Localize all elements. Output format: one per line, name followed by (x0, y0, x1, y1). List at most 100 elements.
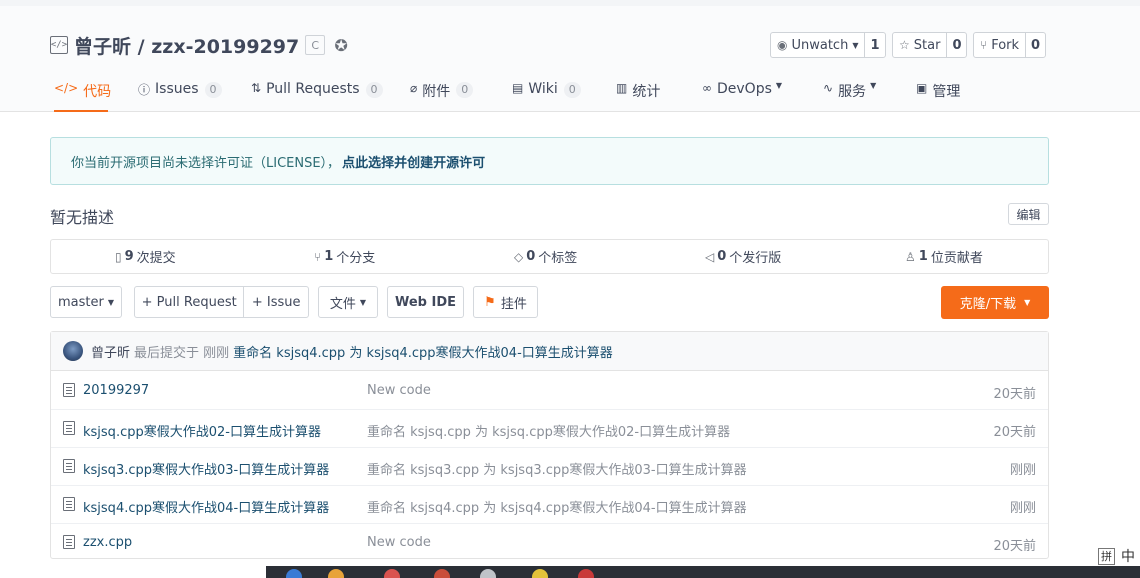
fork-button[interactable]: ⑂ Fork (974, 33, 1027, 57)
code-icon: </> (54, 81, 79, 95)
file-icon (63, 421, 75, 435)
fork-count[interactable]: 0 (1026, 33, 1045, 57)
file-commit-message[interactable]: 重命名 ksjsq3.cpp 为 ksjsq3.cpp寒假大作战03-口算生成计… (367, 459, 747, 478)
tab-code[interactable]: </> 代码 (54, 72, 111, 112)
file-icon (63, 535, 75, 549)
license-notice-text: 你当前开源项目尚未选择许可证（LICENSE）， (71, 155, 341, 171)
settings-doc-icon: ▣ (916, 81, 928, 95)
create-group: + Pull Request + Issue (134, 286, 309, 318)
wiki-icon: ▤ (512, 81, 524, 95)
commit-author[interactable]: 曾子昕 (91, 342, 130, 361)
wiki-count: 0 (563, 82, 581, 98)
stat-commits[interactable]: ▯ 9 次提交 (115, 240, 176, 273)
repo-description: 暂无描述 (50, 208, 115, 227)
caret-down-icon: ▼ (359, 297, 367, 307)
pendant-button[interactable]: ⚑ 挂件 (473, 286, 538, 318)
tab-wiki[interactable]: ▤ Wiki 0 (512, 72, 581, 112)
watch-button-group: ◉ Unwatch ▼ 1 (770, 32, 886, 58)
repo-icon: </> (50, 36, 68, 54)
taskbar-app-icon[interactable] (578, 569, 594, 578)
taskbar-app-icon[interactable] (286, 569, 302, 578)
eye-icon: ◉ (777, 38, 788, 52)
file-name-link[interactable]: ksjsq.cpp寒假大作战02-口算生成计算器 (83, 421, 321, 440)
caret-down-icon: ▼ (775, 81, 783, 90)
taskbar-app-icon[interactable] (328, 569, 344, 578)
clone-download-button[interactable]: 克隆/下载 ▼ (941, 286, 1049, 319)
file-name-link[interactable]: ksjsq3.cpp寒假大作战03-口算生成计算器 (83, 459, 329, 478)
caret-down-icon: ▼ (107, 297, 114, 307)
file-commit-message[interactable]: 重命名 ksjsq4.cpp 为 ksjsq4.cpp寒假大作战04-口算生成计… (367, 497, 747, 516)
license-notice: 你当前开源项目尚未选择许可证（LICENSE）， 点此选择并创建开源许可 (50, 137, 1049, 185)
issues-count: 0 (204, 82, 222, 98)
file-name-link[interactable]: ksjsq4.cpp寒假大作战04-口算生成计算器 (83, 497, 329, 516)
file-name-link[interactable]: 20199297 (83, 383, 149, 398)
file-commit-time: 刚刚 (1009, 501, 1036, 516)
table-row: ksjsq3.cpp寒假大作战03-口算生成计算器 重命名 ksjsq3.cpp… (51, 448, 1048, 486)
pull-request-icon: ⇅ (251, 81, 262, 95)
file-list: 曾子昕 最后提交于 刚刚 重命名 ksjsq4.cpp 为 ksjsq4.cpp… (50, 331, 1049, 559)
send-icon: ◁ (705, 249, 715, 264)
caret-down-icon: ▼ (870, 81, 877, 90)
file-commit-message[interactable]: New code (367, 535, 431, 550)
tab-manage[interactable]: ▣ 管理 (916, 72, 960, 112)
new-pull-request-button[interactable]: + Pull Request (135, 287, 245, 317)
edit-description-button[interactable]: 编辑 (1008, 203, 1049, 225)
stat-branches[interactable]: ⑂ 1 个分支 (314, 240, 375, 273)
taskbar-app-icon[interactable] (532, 569, 548, 578)
commit-message-link[interactable]: 重命名 ksjsq4.cpp 为 ksjsq4.cpp寒假大作战04-口算生成计… (233, 342, 613, 361)
file-commit-time: 20天前 (993, 539, 1036, 554)
infinity-icon: ∞ (702, 81, 712, 95)
file-commit-time: 刚刚 (1009, 463, 1036, 478)
file-icon (63, 383, 75, 397)
web-ide-button[interactable]: Web IDE (387, 286, 464, 318)
caret-down-icon: ▼ (852, 40, 859, 50)
star-button-group: ☆ Star 0 (892, 32, 968, 58)
attachments-count: 0 (456, 82, 474, 98)
taskbar-app-icon[interactable] (384, 569, 400, 578)
stat-releases[interactable]: ◁ 0 个发行版 (705, 240, 781, 273)
repo-header: </> 曾子昕 / zzx-20199297 C ✪ ◉ Unwatch ▼ 1 ☆… (0, 0, 1140, 112)
unwatch-button[interactable]: ◉ Unwatch ▼ (771, 33, 866, 57)
language-badge: C (305, 35, 326, 55)
stat-contributors[interactable]: ♙ 1 位贡献者 (905, 240, 983, 273)
create-license-link[interactable]: 点此选择并创建开源许可 (342, 152, 485, 171)
avatar[interactable] (63, 341, 83, 361)
taskbar-app-icon[interactable] (480, 569, 496, 578)
tag-icon: ◇ (514, 249, 524, 264)
tab-services[interactable]: ∿ 服务 ▼ (823, 72, 876, 112)
branch-select[interactable]: master ▼ (50, 286, 122, 318)
new-issue-button[interactable]: + Issue (244, 287, 308, 317)
table-row: zzx.cpp New code 20天前 (51, 524, 1048, 562)
ime-indicator[interactable]: 拼 中 (1098, 546, 1135, 566)
commit-meta: 最后提交于 刚刚 (134, 345, 230, 361)
pulse-icon: ∿ (823, 81, 834, 95)
last-commit-bar: 曾子昕 最后提交于 刚刚 重命名 ksjsq4.cpp 为 ksjsq4.cpp… (51, 332, 1048, 371)
tab-statistics[interactable]: ▥ 统计 (616, 72, 660, 112)
tab-issues[interactable]: ⓘ Issues 0 (138, 72, 222, 112)
file-commit-message[interactable]: 重命名 ksjsq.cpp 为 ksjsq.cpp寒假大作战02-口算生成计算器 (367, 421, 730, 440)
table-row: ksjsq4.cpp寒假大作战04-口算生成计算器 重命名 ksjsq4.cpp… (51, 486, 1048, 524)
table-row: 20199297 New code 20天前 (51, 372, 1048, 410)
fork-button-group: ⑂ Fork 0 (973, 32, 1047, 58)
fork-icon: ⑂ (980, 38, 988, 52)
star-button[interactable]: ☆ Star (893, 33, 948, 57)
watch-count[interactable]: 1 (865, 33, 884, 57)
file-commit-message[interactable]: New code (367, 383, 431, 398)
contributors-icon: ♙ (905, 249, 916, 264)
star-icon: ☆ (899, 38, 910, 52)
tab-attachments[interactable]: ⌀ 附件 0 (410, 72, 474, 112)
issue-icon: ⓘ (138, 83, 151, 97)
star-count[interactable]: 0 (947, 33, 966, 57)
tab-devops[interactable]: ∞ DevOps ▼ (702, 72, 782, 112)
ime-mode: 拼 (1098, 547, 1115, 565)
bar-chart-icon: ▥ (616, 81, 628, 95)
award-icon[interactable]: ✪ (331, 35, 351, 55)
ime-language: 中 (1121, 549, 1135, 565)
taskbar (266, 566, 1140, 578)
file-menu-button[interactable]: 文件 ▼ (318, 286, 378, 318)
tab-pull-requests[interactable]: ⇅ Pull Requests 0 (251, 72, 383, 112)
taskbar-app-icon[interactable] (434, 569, 450, 578)
file-name-link[interactable]: zzx.cpp (83, 535, 132, 550)
repo-name-link[interactable]: 曾子昕 / zzx-20199297 (74, 32, 299, 59)
stat-tags[interactable]: ◇ 0 个标签 (514, 240, 577, 273)
